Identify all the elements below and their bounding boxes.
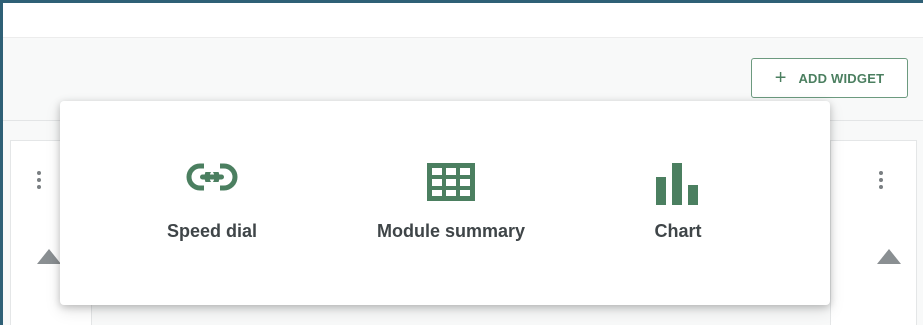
widget-option-label: Chart xyxy=(654,221,702,241)
top-bar xyxy=(3,3,923,38)
widget-option-speed-dial[interactable]: Speed dial xyxy=(107,163,317,253)
triangle-up-icon xyxy=(37,249,61,264)
triangle-up-icon xyxy=(877,249,901,264)
widget-option-chart[interactable]: Chart xyxy=(573,163,783,253)
link-icon xyxy=(186,163,238,207)
bar-chart-icon xyxy=(656,163,700,207)
add-widget-button[interactable]: + ADD WIDGET xyxy=(751,58,908,98)
grid-icon xyxy=(427,163,475,207)
more-options-icon[interactable] xyxy=(37,171,43,189)
widget-option-module-summary[interactable]: Module summary xyxy=(346,163,556,253)
widget-picker-popup: Speed dial Module summary Chart xyxy=(60,101,830,305)
add-widget-label: ADD WIDGET xyxy=(798,70,885,86)
widget-card-right xyxy=(830,140,917,325)
plus-icon: + xyxy=(774,67,787,89)
widget-option-label: Module summary xyxy=(376,221,526,241)
widget-option-label: Speed dial xyxy=(166,221,258,241)
more-options-icon[interactable] xyxy=(879,171,885,189)
